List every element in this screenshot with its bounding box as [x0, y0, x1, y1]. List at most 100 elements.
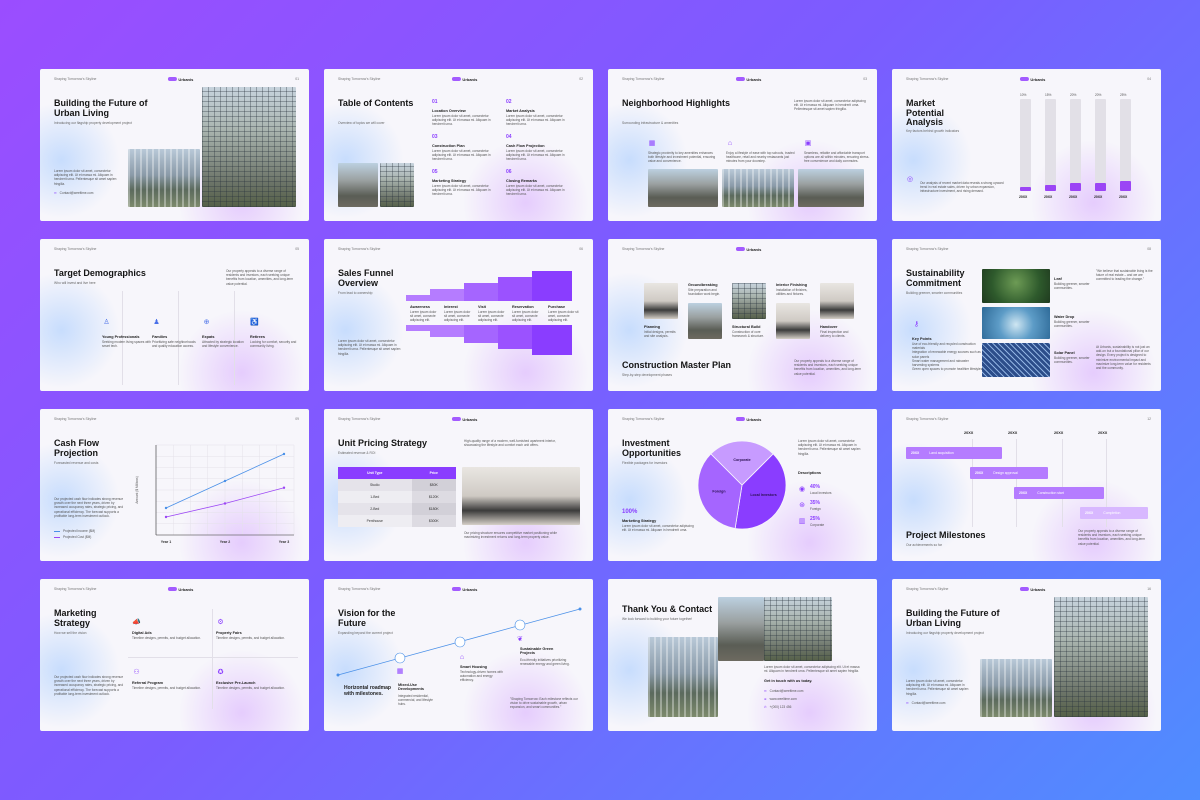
slide-title: Building the Future of Urban Living	[906, 608, 1000, 628]
slide-body: Lorem ipsum dolor sit amet, consectetur …	[764, 665, 860, 674]
feature-text: Building greener, smarter communities.	[1054, 282, 1090, 291]
slide-header: Shaping Tomorrow's Skyline Urbanis 01	[54, 75, 299, 83]
water-drop-photo	[982, 307, 1050, 339]
tagline: Shaping Tomorrow's Skyline	[54, 587, 97, 591]
bar-year-label: 20XX	[1044, 195, 1053, 199]
toc-body: Lorem ipsum dolor sit amet, consectetur …	[506, 149, 565, 162]
tagline: Shaping Tomorrow's Skyline	[338, 417, 381, 421]
feature-text: Building greener, smarter communities.	[1054, 356, 1090, 365]
bar-track	[1045, 99, 1056, 191]
roadmap-node[interactable]	[454, 636, 466, 648]
slide-body: Our analysis of recent market data revea…	[920, 181, 1004, 194]
slide-4[interactable]: Shaping Tomorrow's Skyline Urbanis 04 Ma…	[892, 69, 1161, 221]
slide-7[interactable]: Shaping Tomorrow's Skyline Urbanis Plann…	[608, 239, 877, 391]
leaf-photo	[982, 269, 1050, 303]
phase-photo-handover	[820, 283, 854, 319]
data-point	[282, 452, 286, 456]
school-icon: ⌂	[727, 139, 733, 147]
slide-title: Project Milestones	[906, 530, 986, 540]
slide-body: Our property appeals to a diverse range …	[794, 359, 862, 376]
stat-percent: 40%	[810, 484, 821, 490]
milestone-bar[interactable]: 20XX Construction start	[1014, 487, 1104, 499]
bar-track	[1120, 99, 1131, 191]
slide-14[interactable]: Shaping Tomorrow's Skyline Urbanis Visio…	[324, 579, 593, 731]
logo-icon	[735, 247, 745, 251]
tower-photo	[1054, 597, 1148, 717]
logo-icon	[1019, 77, 1029, 81]
elderly-icon: ♿	[250, 318, 259, 326]
contact-phone[interactable]: ✆ +(000) 123 456	[764, 705, 791, 709]
transport-icon: ▣	[804, 140, 812, 147]
contact-email[interactable]: ✉ Contact@weeltime.com	[764, 689, 803, 693]
users-icon: ⚇	[133, 668, 140, 676]
toc-item[interactable]: Market Analysis	[506, 109, 535, 113]
phase-label: Groundbreaking	[688, 283, 718, 287]
person-icon: ♙	[103, 318, 110, 326]
bar-fill	[1120, 181, 1131, 191]
tagline: Shaping Tomorrow's Skyline	[622, 247, 665, 251]
slide-3[interactable]: Shaping Tomorrow's Skyline Urbanis 03 Ne…	[608, 69, 877, 221]
slide-1[interactable]: Shaping Tomorrow's Skyline Urbanis 01 Bu…	[40, 69, 309, 221]
tagline: Shaping Tomorrow's Skyline	[622, 417, 665, 421]
slide-8[interactable]: Shaping Tomorrow's Skyline 08 Sustainabi…	[892, 239, 1161, 391]
table-cell: 2-Bed	[338, 503, 412, 515]
slide-2[interactable]: Shaping Tomorrow's Skyline Urbanis 02 Ta…	[324, 69, 593, 221]
slide-title: Sales Funnel Overview	[338, 268, 394, 288]
slide-header: Shaping Tomorrow's Skyline Urbanis	[54, 585, 299, 593]
slide-body-bottom: Our pricing structure ensures competitiv…	[464, 531, 558, 540]
feature-label: Leaf	[1054, 277, 1062, 281]
toc-number: 01	[432, 99, 438, 105]
divider	[128, 657, 298, 658]
slide-15[interactable]: Thank You & Contact We look forward to b…	[608, 579, 877, 731]
milestone-bar[interactable]: 20XX Design approval	[970, 467, 1048, 479]
toc-item[interactable]: Marketing Strategy	[432, 179, 466, 183]
pie-label: Foreign	[712, 489, 725, 493]
toc-item[interactable]: Location Overview	[432, 109, 466, 113]
highlight-text: Lorem ipsum dolor sit amet, consectetur …	[622, 524, 694, 533]
page-number: 02	[579, 77, 583, 81]
segment-text: Looking for comfort, security and commun…	[250, 340, 297, 349]
city-photo	[980, 659, 1052, 717]
stage-label: Purchase	[548, 305, 566, 309]
roadmap-node[interactable]	[514, 619, 526, 631]
slide-6[interactable]: Shaping Tomorrow's Skyline 06 Sales Funn…	[324, 239, 593, 391]
divider	[178, 291, 179, 385]
phone-icon: ✆	[764, 705, 767, 709]
data-point	[223, 502, 227, 505]
funnel-band	[532, 325, 572, 355]
roadmap-node[interactable]	[394, 652, 406, 664]
slide-body: Lorem ipsum dolor sit amet, consectetur …	[338, 339, 401, 356]
logo-icon	[735, 417, 745, 421]
brand-logo: Urbanis	[735, 417, 761, 422]
toc-item[interactable]: Construction Plan	[432, 144, 465, 148]
neighborhood-photo-2	[722, 169, 794, 207]
slide-body: Lorem ipsum dolor sit amet, consectetur …	[906, 679, 969, 696]
toc-item[interactable]: Closing Remarks	[506, 179, 537, 183]
brand-logo: Urbanis	[1019, 587, 1045, 592]
slide-10[interactable]: Shaping Tomorrow's Skyline Urbanis Unit …	[324, 409, 593, 561]
stat-label: Corporate	[810, 523, 825, 527]
slide-16[interactable]: Shaping Tomorrow's Skyline Urbanis 16 Bu…	[892, 579, 1161, 731]
page-number: 06	[579, 247, 583, 251]
milestone-bar[interactable]: 20XX Completion	[1080, 507, 1148, 519]
page-number: 09	[295, 417, 299, 421]
toc-item[interactable]: Cash Flow Projection	[506, 144, 545, 148]
x-tick-label: Year 1	[161, 540, 172, 544]
bar-year-label: 20XX	[1019, 195, 1028, 199]
building-icon: ▦	[396, 668, 404, 675]
slide-5[interactable]: Shaping Tomorrow's Skyline 05 Target Dem…	[40, 239, 309, 391]
slide-12[interactable]: Shaping Tomorrow's Skyline 12 20XX 20XX …	[892, 409, 1161, 561]
slide-9[interactable]: Shaping Tomorrow's Skyline 09 Cash Flow …	[40, 409, 309, 561]
step-label: Sustainable Green Projects	[520, 647, 554, 655]
brand-logo: Urbanis	[167, 77, 193, 82]
milestone-bar[interactable]: 20XX Land acquisition	[906, 447, 1002, 459]
bar-track	[1095, 99, 1106, 191]
contact-website[interactable]: ⊕ www.weeltime.com	[764, 697, 797, 701]
phase-text: Site preparation and foundation work beg…	[688, 288, 721, 297]
data-point	[164, 515, 168, 519]
quote-text: "We believe that sustainable living is t…	[1096, 269, 1153, 282]
slide-13[interactable]: Shaping Tomorrow's Skyline Urbanis Marke…	[40, 579, 309, 731]
slide-11[interactable]: Shaping Tomorrow's Skyline Urbanis Inves…	[608, 409, 877, 561]
bar-year-label: 20XX	[1069, 195, 1078, 199]
table-row: Studio $80K	[338, 479, 456, 491]
